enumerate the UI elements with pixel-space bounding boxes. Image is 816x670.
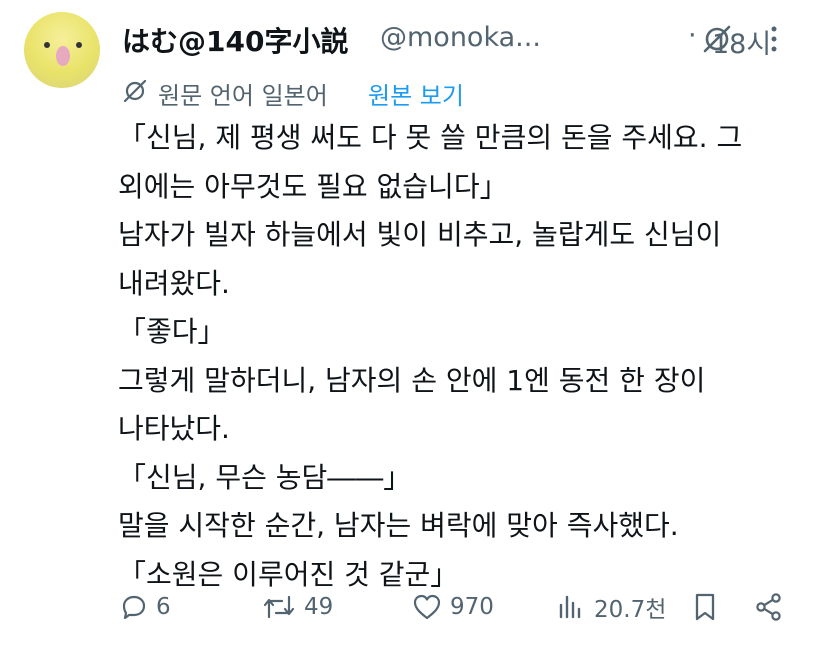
- action-bar: 6 49 970 20.7천: [0, 584, 816, 630]
- body-line: 외에는 아무것도 필요 없습니다」: [118, 169, 508, 203]
- repost-button[interactable]: 49: [262, 584, 333, 630]
- repost-count: 49: [304, 594, 334, 620]
- body-line: 「신님, 제 평생 써도 다 못 쓸 만큼의 돈을 주세요. 그: [118, 121, 743, 154]
- reply-count: 6: [156, 594, 171, 620]
- like-button[interactable]: 970: [412, 584, 494, 630]
- bookmark-button[interactable]: [692, 584, 718, 630]
- user-handle[interactable]: @monoka...: [380, 22, 541, 53]
- body-line: 그렇게 말하더니, 남자의 손 안에 1엔 동전 한 장이: [118, 363, 706, 397]
- post-body: 「신님, 제 평생 써도 다 못 쓸 만큼의 돈을 주세요. 그 외에는 아무것…: [118, 114, 798, 599]
- repost-icon: [263, 595, 295, 619]
- translation-label: 원문 언어 일본어: [158, 82, 328, 110]
- avatar[interactable]: [24, 12, 100, 88]
- views-count: 20.7천: [594, 597, 667, 623]
- share-button[interactable]: [754, 584, 784, 630]
- body-line: 남자가 빌자 하늘에서 빛이 비추고, 놀랍게도 신님이: [118, 218, 722, 251]
- body-line: 내려왔다.: [118, 266, 230, 300]
- post-header: はむ@140字小説 @monoka... · 18시: [122, 14, 802, 60]
- views-button[interactable]: 20.7천: [556, 584, 666, 630]
- reply-button[interactable]: 6: [120, 584, 171, 630]
- reply-icon: [122, 595, 146, 620]
- display-name[interactable]: はむ@140字小説: [122, 20, 348, 60]
- show-original-link[interactable]: 원본 보기: [368, 76, 464, 111]
- avatar-eye: [76, 42, 82, 48]
- views-bar-chart-icon: [559, 595, 581, 619]
- body-line: 「좋다」: [118, 315, 226, 348]
- body-line: 「신님, 무슨 농담――」: [118, 460, 412, 494]
- like-count: 970: [450, 594, 494, 620]
- more-options-icon[interactable]: [766, 24, 782, 54]
- avatar-beak: [56, 46, 70, 66]
- bookmark-icon: [695, 593, 715, 621]
- translate-icon: [123, 79, 147, 103]
- separator-dot: ·: [688, 20, 697, 51]
- share-icon: [756, 593, 781, 621]
- body-line: 말을 시작한 순간, 남자는 벼락에 맞아 즉사했다.: [118, 509, 679, 542]
- heart-icon: [413, 594, 441, 620]
- body-line: 나타났다.: [118, 412, 230, 445]
- grok-icon[interactable]: [702, 24, 732, 54]
- avatar-eye: [44, 42, 50, 48]
